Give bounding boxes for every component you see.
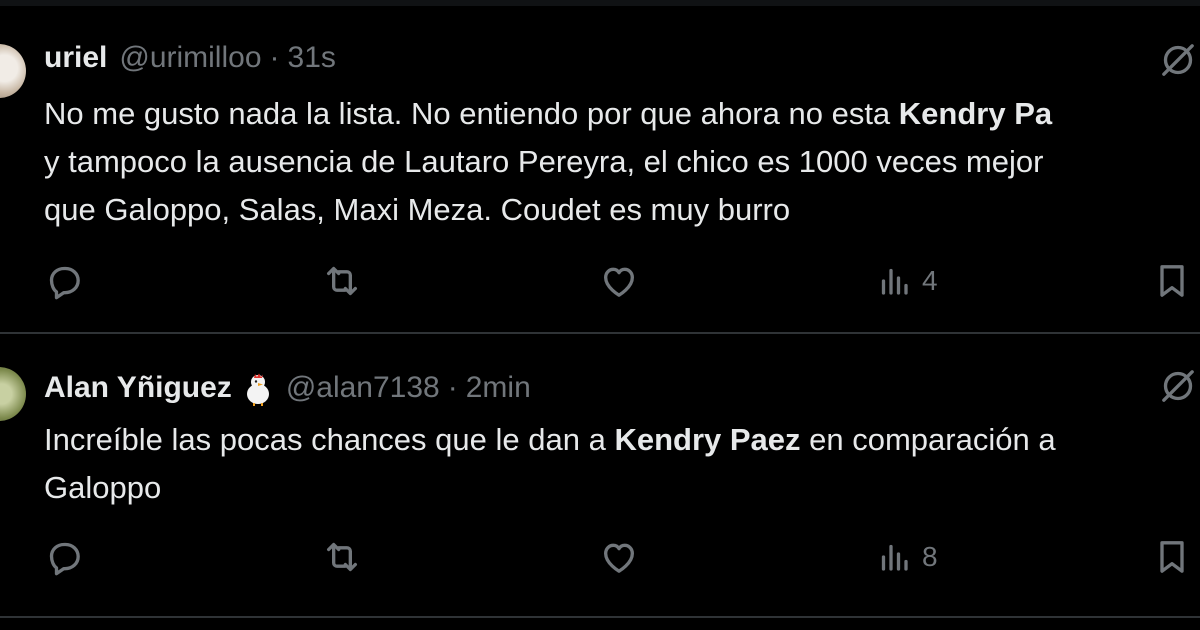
retweet-icon xyxy=(327,266,357,296)
like-button[interactable] xyxy=(598,534,640,580)
reply-button[interactable] xyxy=(44,534,84,580)
user-handle[interactable]: @urimilloo xyxy=(119,38,261,78)
tweet-2[interactable]: Alan Yñiguez @alan7138 · 2min Increíble … xyxy=(0,334,1200,616)
text-fragment: y tampoco la ausencia de Lautaro Pereyra… xyxy=(44,144,1044,179)
retweet-button[interactable] xyxy=(320,534,364,580)
tweet-text: No me gusto nada la lista. No entiendo p… xyxy=(44,90,1200,234)
grok-icon[interactable] xyxy=(1158,366,1198,406)
user-handle[interactable]: @alan7138 xyxy=(286,368,440,408)
timestamp[interactable]: 31s xyxy=(288,38,336,78)
tweet-divider xyxy=(0,616,1200,618)
timestamp[interactable]: 2min xyxy=(466,368,531,408)
like-button[interactable] xyxy=(598,258,640,304)
action-bar: 8 xyxy=(0,534,1200,580)
avatar[interactable] xyxy=(0,367,26,421)
bookmark-button[interactable] xyxy=(1152,258,1192,304)
text-fragment: que Galoppo, Salas, Maxi Meza. Coudet es… xyxy=(44,192,791,227)
tweet-text-line: y tampoco la ausencia de Lautaro Pereyra… xyxy=(44,138,1200,186)
reply-icon xyxy=(49,266,80,300)
text-fragment: Galoppo xyxy=(44,470,162,505)
tweet-text-line: Increíble las pocas chances que le dan a… xyxy=(44,416,1200,464)
tweet-text-line: Galoppo xyxy=(44,464,1200,512)
reply-button[interactable] xyxy=(44,258,84,304)
display-name[interactable]: Alan Yñiguez xyxy=(44,368,232,408)
views-icon xyxy=(881,268,908,295)
bookmark-icon xyxy=(1160,541,1184,573)
tweet-text: Increíble las pocas chances que le dan a… xyxy=(44,416,1200,512)
reply-icon xyxy=(49,542,80,576)
heart-icon xyxy=(604,267,634,297)
retweet-icon xyxy=(327,542,357,572)
bookmark-button[interactable] xyxy=(1152,534,1192,580)
text-fragment: Increíble las pocas chances que le dan a xyxy=(44,422,615,457)
grok-icon[interactable] xyxy=(1158,40,1198,80)
tweet-text-line: que Galoppo, Salas, Maxi Meza. Coudet es… xyxy=(44,186,1200,234)
text-fragment: en comparación a xyxy=(800,422,1056,457)
retweet-button[interactable] xyxy=(320,258,364,304)
views-count: 8 xyxy=(922,541,938,572)
action-bar: 4 xyxy=(0,258,1200,304)
heart-icon xyxy=(604,543,634,573)
display-name[interactable]: uriel xyxy=(44,38,107,78)
avatar[interactable] xyxy=(0,44,26,98)
views-icon xyxy=(881,544,908,571)
keyword-highlight: Kendry Paez xyxy=(614,422,801,457)
separator-dot: · xyxy=(269,41,280,74)
tweet-1[interactable]: uriel @urimilloo · 31s No me gusto nada … xyxy=(0,6,1200,332)
text-fragment: No me gusto nada la lista. No entiendo p… xyxy=(44,96,899,131)
timeline: uriel @urimilloo · 31s No me gusto nada … xyxy=(0,0,1200,630)
tweet-header: uriel @urimilloo · 31s xyxy=(44,38,336,78)
chicken-emoji-icon xyxy=(246,373,269,406)
views-button[interactable]: 8 xyxy=(876,534,938,580)
keyword-highlight: Kendry Pa xyxy=(898,96,1053,131)
separator-dot: · xyxy=(447,371,458,404)
views-count: 4 xyxy=(922,265,938,296)
bookmark-icon xyxy=(1160,265,1184,297)
tweet-text-line: No me gusto nada la lista. No entiendo p… xyxy=(44,90,1200,138)
views-button[interactable]: 4 xyxy=(876,258,938,304)
tweet-header: Alan Yñiguez @alan7138 · 2min xyxy=(44,368,531,408)
